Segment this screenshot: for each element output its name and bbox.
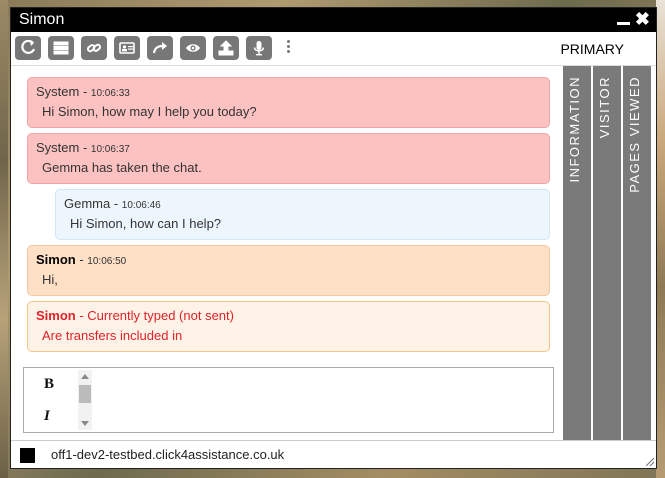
minimize-icon[interactable]	[617, 13, 630, 26]
tab-label: VISITOR	[597, 76, 612, 139]
toolbar: PRIMARY	[11, 32, 656, 66]
message-time: 10:06:50	[87, 256, 127, 267]
scroll-thumb[interactable]	[79, 385, 91, 403]
resize-grip-icon[interactable]	[646, 458, 654, 466]
chat-transcript: System - 10:06:33 Hi Simon, how may I he…	[15, 66, 562, 363]
typing-preview: Simon - Currently typed (not sent) Are t…	[27, 301, 550, 352]
italic-button[interactable]: I	[44, 408, 50, 425]
message-system: System - 10:06:33 Hi Simon, how may I he…	[27, 77, 550, 128]
contact-card-icon	[119, 42, 135, 54]
eye-icon	[186, 44, 200, 52]
link-button[interactable]	[81, 36, 107, 60]
status-bar: off1-dev2-testbed.click4assistance.co.uk	[11, 440, 656, 468]
typing-status: Currently typed (not sent)	[87, 308, 234, 323]
title-bar[interactable]: Simon ✖	[11, 8, 656, 32]
message-editor[interactable]: B I	[23, 367, 554, 433]
refresh-icon	[21, 40, 36, 54]
side-tabs: INFORMATION VISITOR PAGES VIEWED	[563, 66, 652, 442]
tab-information[interactable]: INFORMATION	[563, 66, 591, 442]
message-system: System - 10:06:37 Gemma has taken the ch…	[27, 133, 550, 184]
status-indicator	[20, 448, 35, 463]
message-time: 10:06:37	[90, 144, 130, 155]
queue-label: PRIMARY	[560, 41, 624, 57]
message-time: 10:06:33	[90, 88, 130, 99]
message-sender: Gemma	[64, 196, 111, 211]
contact-card-button[interactable]	[114, 36, 140, 60]
forward-icon	[152, 42, 167, 54]
format-scrollbar[interactable]	[78, 370, 92, 430]
tab-label: PAGES VIEWED	[627, 76, 642, 193]
upload-button[interactable]	[213, 36, 239, 60]
upload-icon	[218, 40, 234, 56]
message-agent: Gemma - 10:06:46 Hi Simon, how can I hel…	[55, 189, 550, 240]
message-sender: System	[36, 140, 80, 155]
scroll-down-icon[interactable]	[81, 421, 89, 426]
typing-text: Are transfers included in	[42, 328, 183, 343]
typing-sender: Simon	[36, 308, 76, 323]
message-text: Hi Simon, how may I help you today?	[42, 104, 257, 119]
bold-button[interactable]: B	[44, 376, 54, 393]
chat-window: Simon ✖ PRIMARY System - 10:06:33 Hi Sim…	[10, 7, 657, 469]
message-time: 10:06:46	[121, 200, 161, 211]
close-icon[interactable]: ✖	[635, 10, 650, 28]
microphone-button[interactable]	[246, 36, 272, 60]
message-text: Hi Simon, how can I help?	[70, 216, 222, 231]
message-text: Hi,	[42, 272, 58, 287]
forward-button[interactable]	[147, 36, 173, 60]
message-text: Gemma has taken the chat.	[42, 160, 202, 175]
background-image-right	[656, 0, 665, 478]
link-icon	[86, 43, 102, 53]
message-sender: System	[36, 84, 80, 99]
list-icon	[53, 41, 69, 55]
refresh-button[interactable]	[15, 36, 41, 60]
more-options-icon[interactable]	[287, 40, 291, 56]
tab-pages-viewed[interactable]: PAGES VIEWED	[623, 66, 651, 442]
message-visitor: Simon - 10:06:50 Hi,	[27, 245, 550, 296]
message-sender: Simon	[36, 252, 76, 267]
scroll-up-icon[interactable]	[81, 374, 89, 379]
window-title: Simon	[19, 11, 65, 28]
monitor-button[interactable]	[180, 36, 206, 60]
tab-visitor[interactable]: VISITOR	[593, 66, 621, 442]
list-button[interactable]	[48, 36, 74, 60]
status-host: off1-dev2-testbed.click4assistance.co.uk	[51, 447, 285, 462]
tab-label: INFORMATION	[567, 76, 582, 183]
microphone-icon	[253, 41, 265, 56]
background-image	[0, 0, 8, 478]
